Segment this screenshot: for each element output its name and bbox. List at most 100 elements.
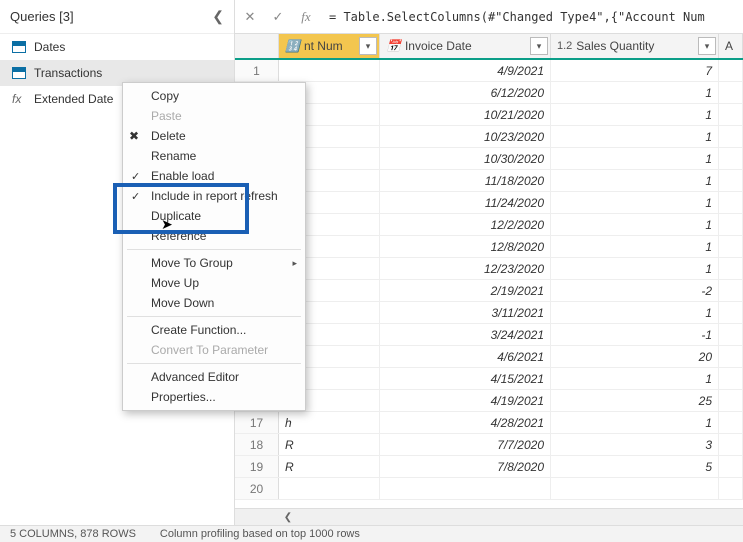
filter-dropdown-icon[interactable]: ▾: [530, 37, 548, 55]
table-row[interactable]: 812/2/20201: [235, 214, 743, 236]
row-number[interactable]: 18: [235, 434, 279, 455]
row-number[interactable]: 19: [235, 456, 279, 477]
menu-duplicate[interactable]: Duplicate: [123, 206, 305, 226]
cell-sales-quantity[interactable]: 1: [551, 170, 719, 191]
cell-partial[interactable]: [719, 214, 743, 235]
formula-input[interactable]: [325, 8, 737, 26]
cell-invoice-date[interactable]: 10/21/2020: [380, 104, 551, 125]
column-header-account-num[interactable]: 🔢 nt Num ▾: [279, 34, 380, 58]
cell-account-num[interactable]: [279, 478, 380, 499]
cell-sales-quantity[interactable]: -2: [551, 280, 719, 301]
menu-reference[interactable]: Reference: [123, 226, 305, 246]
menu-enable-load[interactable]: ✓Enable load: [123, 166, 305, 186]
horizontal-scrollbar[interactable]: ❮: [235, 508, 743, 525]
cell-partial[interactable]: [719, 170, 743, 191]
cell-partial[interactable]: [719, 280, 743, 301]
table-row[interactable]: 20: [235, 478, 743, 500]
table-row[interactable]: 1012/23/20201: [235, 258, 743, 280]
cell-invoice-date[interactable]: 3/24/2021: [380, 324, 551, 345]
cell-invoice-date[interactable]: 12/2/2020: [380, 214, 551, 235]
commit-icon[interactable]: ✓: [269, 8, 287, 26]
table-row[interactable]: 112/19/2021-2: [235, 280, 743, 302]
cell-sales-quantity[interactable]: [551, 478, 719, 499]
cell-partial[interactable]: [719, 346, 743, 367]
cell-invoice-date[interactable]: 7/7/2020: [380, 434, 551, 455]
table-row[interactable]: 410/23/20201: [235, 126, 743, 148]
cell-sales-quantity[interactable]: 1: [551, 214, 719, 235]
table-row[interactable]: 19R7/8/20205: [235, 456, 743, 478]
table-row[interactable]: 14/9/20217: [235, 60, 743, 82]
cell-sales-quantity[interactable]: -1: [551, 324, 719, 345]
cell-invoice-date[interactable]: 3/11/2021: [380, 302, 551, 323]
table-row[interactable]: 123/11/20211: [235, 302, 743, 324]
cell-partial[interactable]: [719, 126, 743, 147]
cell-invoice-date[interactable]: [380, 478, 551, 499]
menu-move-up[interactable]: Move Up: [123, 273, 305, 293]
table-row[interactable]: 310/21/20201: [235, 104, 743, 126]
table-row[interactable]: 15h4/15/20211: [235, 368, 743, 390]
cell-sales-quantity[interactable]: 1: [551, 82, 719, 103]
cell-sales-quantity[interactable]: 20: [551, 346, 719, 367]
table-row[interactable]: 510/30/20201: [235, 148, 743, 170]
row-number[interactable]: 17: [235, 412, 279, 433]
cell-invoice-date[interactable]: 4/6/2021: [380, 346, 551, 367]
collapse-icon[interactable]: ❮: [212, 8, 224, 25]
cell-invoice-date[interactable]: 11/18/2020: [380, 170, 551, 191]
table-row[interactable]: 611/18/20201: [235, 170, 743, 192]
cell-partial[interactable]: [719, 104, 743, 125]
menu-move-to-group[interactable]: Move To Group▸: [123, 253, 305, 273]
cell-account-num[interactable]: R: [279, 434, 380, 455]
filter-dropdown-icon[interactable]: ▾: [698, 37, 716, 55]
table-row[interactable]: 133/24/2021-1: [235, 324, 743, 346]
cell-sales-quantity[interactable]: 1: [551, 302, 719, 323]
cancel-icon[interactable]: ✕: [241, 8, 259, 26]
cell-partial[interactable]: [719, 478, 743, 499]
cell-account-num[interactable]: [279, 60, 380, 81]
cell-partial[interactable]: [719, 324, 743, 345]
row-number[interactable]: 20: [235, 478, 279, 499]
cell-partial[interactable]: [719, 236, 743, 257]
fx-button[interactable]: fx: [297, 8, 315, 26]
cell-invoice-date[interactable]: 4/28/2021: [380, 412, 551, 433]
scroll-left-icon[interactable]: ❮: [279, 509, 297, 526]
cell-sales-quantity[interactable]: 1: [551, 104, 719, 125]
query-item-dates[interactable]: Dates: [0, 34, 234, 60]
cell-invoice-date[interactable]: 4/9/2021: [380, 60, 551, 81]
cell-sales-quantity[interactable]: 1: [551, 192, 719, 213]
cell-invoice-date[interactable]: 6/12/2020: [380, 82, 551, 103]
row-header-corner[interactable]: [235, 34, 279, 58]
cell-account-num[interactable]: h: [279, 412, 380, 433]
menu-move-down[interactable]: Move Down: [123, 293, 305, 313]
cell-invoice-date[interactable]: 12/23/2020: [380, 258, 551, 279]
cell-sales-quantity[interactable]: 1: [551, 126, 719, 147]
cell-sales-quantity[interactable]: 1: [551, 258, 719, 279]
cell-partial[interactable]: [719, 60, 743, 81]
table-row[interactable]: 912/8/20201: [235, 236, 743, 258]
menu-properties[interactable]: Properties...: [123, 387, 305, 407]
cell-invoice-date[interactable]: 4/15/2021: [380, 368, 551, 389]
cell-invoice-date[interactable]: 2/19/2021: [380, 280, 551, 301]
cell-sales-quantity[interactable]: 1: [551, 236, 719, 257]
cell-partial[interactable]: [719, 456, 743, 477]
table-row[interactable]: 144/6/202120: [235, 346, 743, 368]
menu-rename[interactable]: Rename: [123, 146, 305, 166]
table-row[interactable]: 711/24/20201: [235, 192, 743, 214]
cell-partial[interactable]: [719, 148, 743, 169]
cell-partial[interactable]: [719, 434, 743, 455]
cell-sales-quantity[interactable]: 1: [551, 148, 719, 169]
filter-dropdown-icon[interactable]: ▾: [359, 37, 377, 55]
cell-partial[interactable]: [719, 258, 743, 279]
cell-invoice-date[interactable]: 4/19/2021: [380, 390, 551, 411]
menu-copy[interactable]: Copy: [123, 86, 305, 106]
cell-invoice-date[interactable]: 10/23/2020: [380, 126, 551, 147]
cell-sales-quantity[interactable]: 25: [551, 390, 719, 411]
cell-invoice-date[interactable]: 10/30/2020: [380, 148, 551, 169]
cell-partial[interactable]: [719, 192, 743, 213]
table-row[interactable]: 17h4/28/20211: [235, 412, 743, 434]
cell-sales-quantity[interactable]: 1: [551, 368, 719, 389]
cell-sales-quantity[interactable]: 7: [551, 60, 719, 81]
table-row[interactable]: 16h4/19/202125: [235, 390, 743, 412]
table-row[interactable]: 18R7/7/20203: [235, 434, 743, 456]
cell-partial[interactable]: [719, 368, 743, 389]
cell-sales-quantity[interactable]: 3: [551, 434, 719, 455]
